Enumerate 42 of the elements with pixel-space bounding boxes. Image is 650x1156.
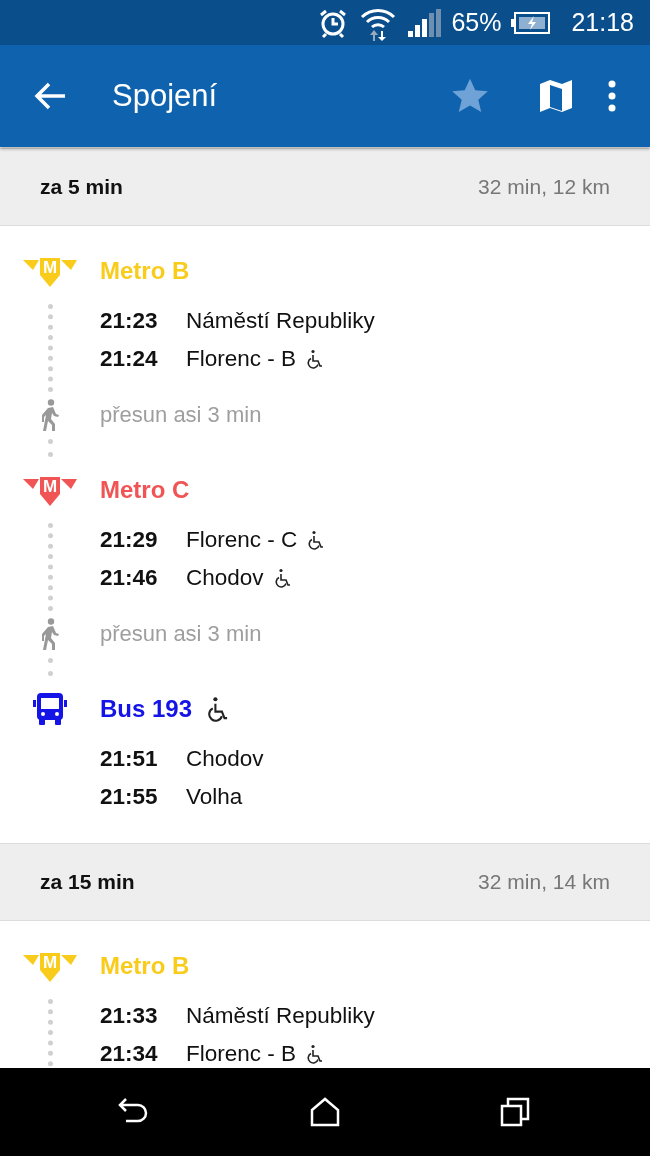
stop-time: 21:55	[100, 784, 159, 810]
line-name: Bus 193	[100, 695, 193, 723]
battery-percent: 65%	[451, 8, 502, 37]
home-icon	[310, 1097, 340, 1127]
stop-name: Náměstí Republiky	[186, 308, 375, 334]
line-name: Metro B	[100, 952, 190, 980]
metro-logo: M	[23, 254, 77, 288]
line-name: Metro C	[100, 476, 190, 504]
battery-charging-icon	[511, 10, 552, 35]
stop-name: Volha	[186, 784, 243, 810]
back-arrow-icon	[33, 81, 67, 111]
stop-time: 21:29	[100, 527, 159, 553]
stop-time: 21:51	[100, 746, 159, 772]
recents-icon	[500, 1097, 530, 1127]
stop-name: Náměstí Republiky	[186, 1003, 375, 1029]
stop-name: Chodov	[186, 746, 264, 772]
stop-time: 21:33	[100, 1003, 159, 1029]
trip-summary: 32 min, 12 km	[478, 175, 610, 199]
star-icon	[450, 77, 490, 115]
trip-summary: 32 min, 14 km	[478, 870, 610, 894]
stop-name: Florenc - B	[186, 1041, 297, 1067]
map-icon	[539, 79, 573, 113]
stop-time: 21:23	[100, 308, 159, 334]
departure-time: za 15 min	[40, 870, 135, 894]
line-name: Metro B	[100, 257, 190, 285]
stop-time: 21:46	[100, 565, 159, 591]
clock-time: 21:18	[571, 8, 634, 37]
stop-name: Florenc - C	[186, 527, 298, 553]
stop-name: Chodov	[186, 565, 264, 591]
transfer-note: přesun asi 3 min	[100, 401, 263, 429]
transfer-note: přesun asi 3 min	[100, 620, 263, 648]
metro-logo: M	[23, 949, 77, 983]
stop-time: 21:24	[100, 346, 159, 372]
screen-title: Spojení	[112, 78, 219, 114]
departure-time: za 5 min	[40, 175, 123, 199]
more-options-icon	[607, 80, 617, 112]
walking-person-icon	[40, 399, 60, 431]
stop-name: Florenc - B	[186, 346, 297, 372]
metro-logo: M	[23, 473, 77, 507]
signal-icon	[407, 8, 442, 37]
walking-person-icon	[40, 618, 60, 650]
stop-time: 21:34	[100, 1041, 159, 1067]
